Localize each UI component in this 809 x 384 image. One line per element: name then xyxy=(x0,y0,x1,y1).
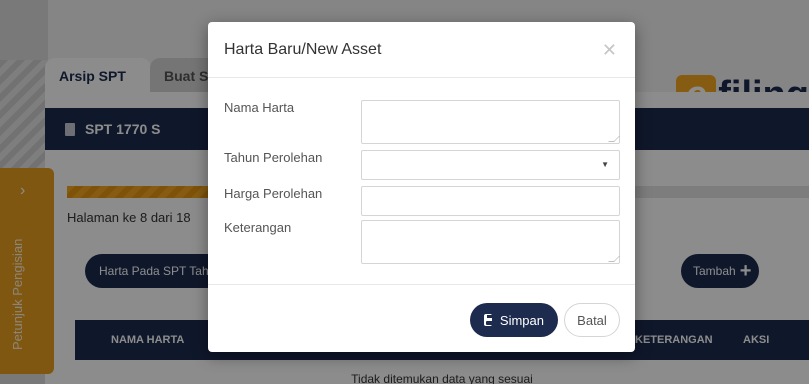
simpan-label: Simpan xyxy=(499,312,544,328)
new-asset-modal: Harta Baru/New Asset ✕ Nama Harta Tahun … xyxy=(208,22,635,352)
label-tahun-perolehan: Tahun Perolehan xyxy=(224,150,323,165)
harga-perolehan-input[interactable] xyxy=(361,186,620,216)
modal-footer: Simpan Batal xyxy=(208,284,635,352)
modal-title: Harta Baru/New Asset xyxy=(224,41,382,58)
save-icon xyxy=(484,314,494,326)
tahun-perolehan-select[interactable]: ▼ xyxy=(361,150,620,180)
modal-header: Harta Baru/New Asset ✕ xyxy=(208,22,635,78)
label-nama-harta: Nama Harta xyxy=(224,100,295,115)
batal-button[interactable]: Batal xyxy=(564,303,620,337)
nama-harta-textarea[interactable] xyxy=(361,100,620,144)
resize-handle-icon[interactable] xyxy=(608,136,620,142)
label-keterangan: Keterangan xyxy=(224,220,292,235)
resize-handle-icon[interactable] xyxy=(608,256,620,262)
caret-down-icon: ▼ xyxy=(601,160,609,169)
simpan-button[interactable]: Simpan xyxy=(470,303,558,337)
close-icon[interactable]: ✕ xyxy=(602,40,617,61)
keterangan-textarea[interactable] xyxy=(361,220,620,264)
label-harga-perolehan: Harga Perolehan xyxy=(224,186,323,201)
